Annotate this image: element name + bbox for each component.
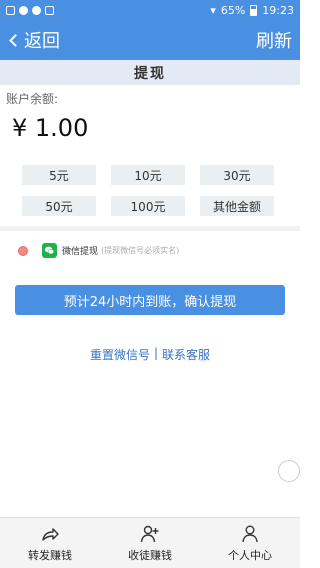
wechat-icon <box>42 243 57 258</box>
refresh-button[interactable]: 刷新 <box>256 27 292 53</box>
link-separator: | <box>153 346 159 360</box>
tab-personal-center[interactable]: 个人中心 <box>200 518 300 568</box>
amount-option-5[interactable]: 5元 <box>22 165 96 185</box>
tab-label: 收徒赚钱 <box>128 548 172 562</box>
amount-options: 5元 10元 30元 50元 100元 其他金额 <box>22 165 298 216</box>
chevron-left-icon <box>9 33 22 47</box>
amount-option-30[interactable]: 30元 <box>200 165 274 185</box>
back-button[interactable]: 返回 <box>8 27 60 53</box>
chat-bubble-icon <box>19 5 28 15</box>
amount-option-10[interactable]: 10元 <box>111 165 185 185</box>
payment-method-hint: (提现微信号必须实名) <box>101 246 180 255</box>
balance-value: ¥ 1.00 <box>12 114 89 142</box>
signal-icon: ▾ <box>210 3 216 17</box>
user-icon <box>242 525 258 542</box>
tab-recruit-earn[interactable]: 收徒赚钱 <box>100 518 200 568</box>
section-divider <box>0 226 300 231</box>
bottom-nav: 转发赚钱 收徒赚钱 个人中心 <box>0 517 300 568</box>
amount-option-other[interactable]: 其他金额 <box>200 196 274 216</box>
contact-support-link[interactable]: 联系客服 <box>162 346 210 363</box>
floating-button[interactable] <box>278 460 300 482</box>
nav-bar: 返回 刷新 <box>0 20 300 60</box>
amount-option-100[interactable]: 100元 <box>111 196 185 216</box>
radio-button[interactable] <box>18 245 28 256</box>
balance-label: 账户余额: <box>6 92 59 106</box>
payment-method-label: 微信提现 <box>62 247 99 257</box>
reset-wechat-link[interactable]: 重置微信号 <box>90 346 150 363</box>
status-bar: ▾ 65% 19:23 <box>0 0 300 20</box>
footer-links: 重置微信号 | 联系客服 <box>0 346 300 363</box>
payment-method-wechat[interactable]: 微信提现 (提现微信号必须实名) <box>18 243 179 258</box>
notification-icon <box>6 5 15 15</box>
image-icon <box>45 5 54 15</box>
amount-option-50[interactable]: 50元 <box>22 196 96 216</box>
page-title: 提现 <box>0 60 300 85</box>
tab-share-earn[interactable]: 转发赚钱 <box>0 518 100 568</box>
status-right: ▾ 65% 19:23 <box>210 4 294 17</box>
tab-label: 转发赚钱 <box>28 548 72 562</box>
back-label: 返回 <box>24 31 60 52</box>
notification-icons <box>6 5 54 15</box>
confirm-withdraw-button[interactable]: 预计24小时内到账，确认提现 <box>15 285 285 315</box>
battery-percent: 65% <box>220 3 246 17</box>
share-icon <box>42 527 59 541</box>
tab-label: 个人中心 <box>228 548 272 562</box>
chat-bubble-icon <box>32 5 41 15</box>
clock: 19:23 <box>262 3 294 17</box>
add-user-icon <box>140 525 159 542</box>
battery-icon <box>250 4 258 16</box>
